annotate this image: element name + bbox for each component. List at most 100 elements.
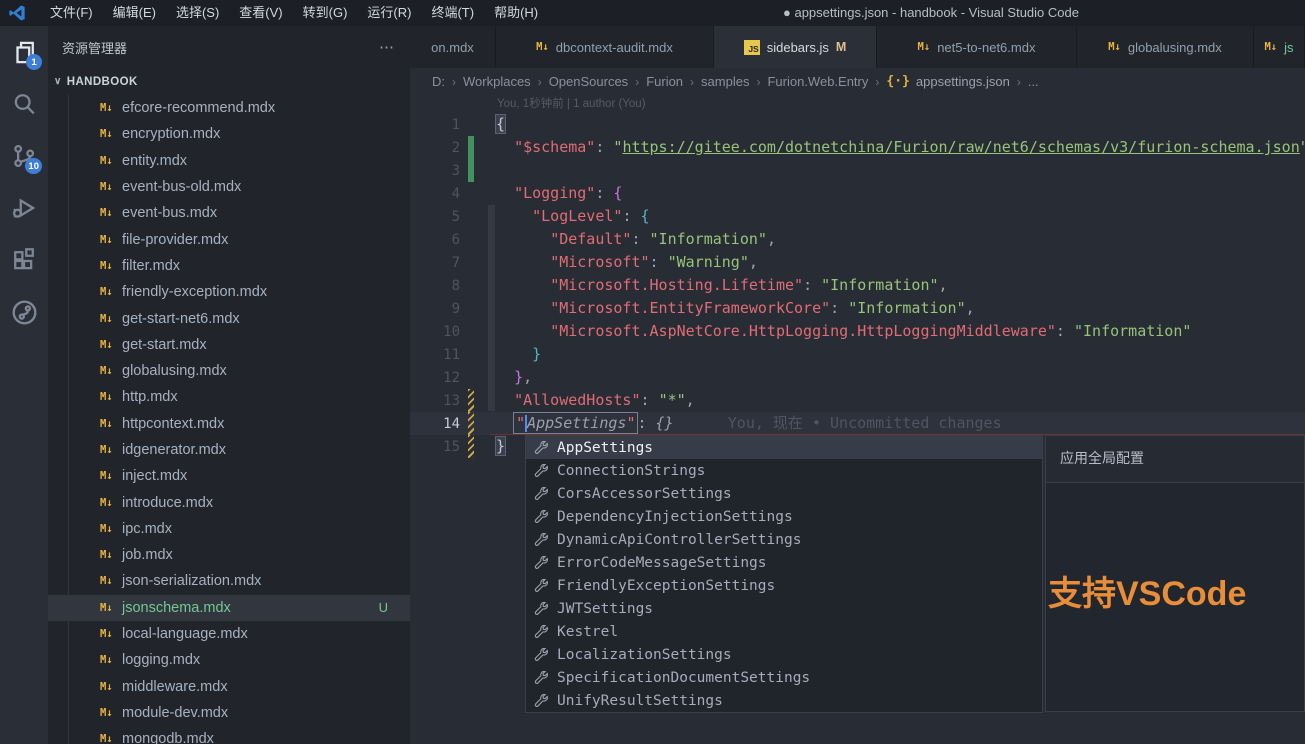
breadcrumb-item[interactable]: Furion bbox=[646, 74, 683, 89]
code-line[interactable]: 3 bbox=[410, 159, 1305, 182]
menu-item[interactable]: 转到(G) bbox=[293, 0, 358, 26]
editor-tab[interactable]: M↓globalusing.mdx bbox=[1077, 26, 1254, 68]
code-line-content: { bbox=[474, 113, 505, 136]
suggest-item[interactable]: ErrorCodeMessageSettings bbox=[526, 551, 1042, 574]
suggest-item[interactable]: AppSettings bbox=[526, 436, 1042, 459]
code-line[interactable]: 8 "Microsoft.Hosting.Lifetime": "Informa… bbox=[410, 274, 1305, 297]
code-line[interactable]: 9 "Microsoft.EntityFrameworkCore": "Info… bbox=[410, 297, 1305, 320]
file-row[interactable]: M↓json-serialization.mdx bbox=[48, 568, 410, 594]
code-token: "Information" bbox=[650, 230, 767, 248]
editor-tab[interactable]: on.mdx bbox=[410, 26, 496, 68]
file-row[interactable]: M↓jsonschema.mdxU bbox=[48, 595, 410, 621]
code-editor[interactable]: 1{2 "$schema": "https://gitee.com/dotnet… bbox=[410, 113, 1305, 458]
file-row[interactable]: M↓event-bus.mdx bbox=[48, 200, 410, 226]
menu-item[interactable]: 选择(S) bbox=[166, 0, 229, 26]
suggest-item[interactable]: Kestrel bbox=[526, 620, 1042, 643]
suggest-item[interactable]: SpecificationDocumentSettings bbox=[526, 666, 1042, 689]
file-row[interactable]: M↓get-start.mdx bbox=[48, 332, 410, 358]
code-line[interactable]: 2 "$schema": "https://gitee.com/dotnetch… bbox=[410, 136, 1305, 159]
suggest-item[interactable]: JWTSettings bbox=[526, 597, 1042, 620]
file-row[interactable]: M↓idgenerator.mdx bbox=[48, 437, 410, 463]
breadcrumb-item[interactable]: samples bbox=[701, 74, 749, 89]
file-row[interactable]: M↓ipc.mdx bbox=[48, 516, 410, 542]
file-row[interactable]: M↓module-dev.mdx bbox=[48, 700, 410, 726]
suggest-item[interactable]: ConnectionStrings bbox=[526, 459, 1042, 482]
code-token: https://gitee.com/dotnetchina/Furion/raw… bbox=[622, 138, 1299, 156]
breadcrumb-item[interactable]: OpenSources bbox=[549, 74, 629, 89]
menu-item[interactable]: 帮助(H) bbox=[484, 0, 548, 26]
code-line[interactable]: 5 "LogLevel": { bbox=[410, 205, 1305, 228]
suggest-item[interactable]: FriendlyExceptionSettings bbox=[526, 574, 1042, 597]
file-row[interactable]: M↓logging.mdx bbox=[48, 647, 410, 673]
file-row[interactable]: M↓local-language.mdx bbox=[48, 621, 410, 647]
more-actions-icon[interactable]: ⋯ bbox=[379, 38, 396, 56]
breadcrumb-item[interactable]: Furion.Web.Entry bbox=[767, 74, 868, 89]
code-line[interactable]: 14 "AppSettings": {} You, 现在 • Uncommitt… bbox=[410, 412, 1305, 435]
code-line[interactable]: 1{ bbox=[410, 113, 1305, 136]
run-debug-icon[interactable] bbox=[0, 182, 48, 234]
suggest-item-label: DynamicApiControllerSettings bbox=[557, 532, 801, 548]
menu-item[interactable]: 编辑(E) bbox=[103, 0, 166, 26]
suggest-item[interactable]: DependencyInjectionSettings bbox=[526, 505, 1042, 528]
mdx-file-icon: M↓ bbox=[100, 497, 122, 509]
file-row[interactable]: M↓event-bus-old.mdx bbox=[48, 174, 410, 200]
line-number: 4 bbox=[410, 186, 460, 202]
section-handbook[interactable]: ∨ HANDBOOK bbox=[48, 68, 410, 95]
file-row[interactable]: M↓mongodb.mdx bbox=[48, 726, 410, 744]
editor-tab[interactable]: JSsidebars.jsM bbox=[714, 26, 877, 68]
breadcrumb[interactable]: D:›Workplaces›OpenSources›Furion›samples… bbox=[410, 68, 1305, 95]
code-line[interactable]: 12 }, bbox=[410, 366, 1305, 389]
menu-item[interactable]: 文件(F) bbox=[40, 0, 103, 26]
suggest-item[interactable]: UnifyResultSettings bbox=[526, 689, 1042, 712]
explorer-icon[interactable]: 1 bbox=[0, 26, 48, 78]
file-row[interactable]: M↓job.mdx bbox=[48, 542, 410, 568]
code-line[interactable]: 11 } bbox=[410, 343, 1305, 366]
code-line[interactable]: 6 "Default": "Information", bbox=[410, 228, 1305, 251]
file-row[interactable]: M↓get-start-net6.mdx bbox=[48, 305, 410, 331]
extensions-icon[interactable] bbox=[0, 234, 48, 286]
file-row[interactable]: M↓inject.mdx bbox=[48, 463, 410, 489]
file-row[interactable]: M↓encryption.mdx bbox=[48, 121, 410, 147]
file-row[interactable]: M↓http.mdx bbox=[48, 384, 410, 410]
file-row[interactable]: M↓friendly-exception.mdx bbox=[48, 279, 410, 305]
file-row[interactable]: M↓introduce.mdx bbox=[48, 489, 410, 515]
suggest-item[interactable]: LocalizationSettings bbox=[526, 643, 1042, 666]
code-line[interactable]: 10 "Microsoft.AspNetCore.HttpLogging.Htt… bbox=[410, 320, 1305, 343]
editor-tab[interactable]: M↓js bbox=[1254, 26, 1305, 68]
file-row[interactable]: M↓file-provider.mdx bbox=[48, 226, 410, 252]
breadcrumb-ellipsis[interactable]: ... bbox=[1028, 74, 1039, 89]
chevron-right-icon: › bbox=[452, 75, 456, 89]
mdx-file-icon: M↓ bbox=[100, 128, 122, 140]
menu-item[interactable]: 终端(T) bbox=[421, 0, 484, 26]
file-row[interactable]: M↓middleware.mdx bbox=[48, 674, 410, 700]
code-token: "Default" bbox=[550, 230, 631, 248]
file-row[interactable]: M↓filter.mdx bbox=[48, 253, 410, 279]
editor-tab[interactable]: M↓net5-to-net6.mdx bbox=[877, 26, 1077, 68]
code-line[interactable]: 13 "AllowedHosts": "*", bbox=[410, 389, 1305, 412]
file-row[interactable]: M↓globalusing.mdx bbox=[48, 358, 410, 384]
file-row[interactable]: M↓entity.mdx bbox=[48, 148, 410, 174]
file-name: globalusing.mdx bbox=[122, 363, 227, 379]
code-line-content: "Microsoft.EntityFrameworkCore": "Inform… bbox=[474, 297, 975, 320]
breadcrumb-file[interactable]: appsettings.json bbox=[916, 74, 1010, 89]
line-number: 5 bbox=[410, 209, 460, 225]
code-line-content: "Default": "Information", bbox=[474, 228, 776, 251]
search-icon[interactable] bbox=[0, 78, 48, 130]
code-token: "Information" bbox=[821, 276, 938, 294]
menu-item[interactable]: 查看(V) bbox=[229, 0, 292, 26]
file-row[interactable]: M↓httpcontext.mdx bbox=[48, 411, 410, 437]
file-name: inject.mdx bbox=[122, 468, 187, 484]
breadcrumb-item[interactable]: D: bbox=[432, 74, 445, 89]
suggest-item[interactable]: CorsAccessorSettings bbox=[526, 482, 1042, 505]
source-control-icon[interactable]: 10 bbox=[0, 130, 48, 182]
breadcrumb-item[interactable]: Workplaces bbox=[463, 74, 531, 89]
code-line[interactable]: 7 "Microsoft": "Warning", bbox=[410, 251, 1305, 274]
code-line[interactable]: 4 "Logging": { bbox=[410, 182, 1305, 205]
editor-tab[interactable]: M↓dbcontext-audit.mdx bbox=[496, 26, 714, 68]
file-name: ipc.mdx bbox=[122, 521, 172, 537]
menu-item[interactable]: 运行(R) bbox=[357, 0, 421, 26]
tab-label: on.mdx bbox=[431, 40, 474, 55]
file-row[interactable]: M↓efcore-recommend.mdx bbox=[48, 95, 410, 121]
gitlens-icon[interactable] bbox=[0, 286, 48, 338]
suggest-item[interactable]: DynamicApiControllerSettings bbox=[526, 528, 1042, 551]
